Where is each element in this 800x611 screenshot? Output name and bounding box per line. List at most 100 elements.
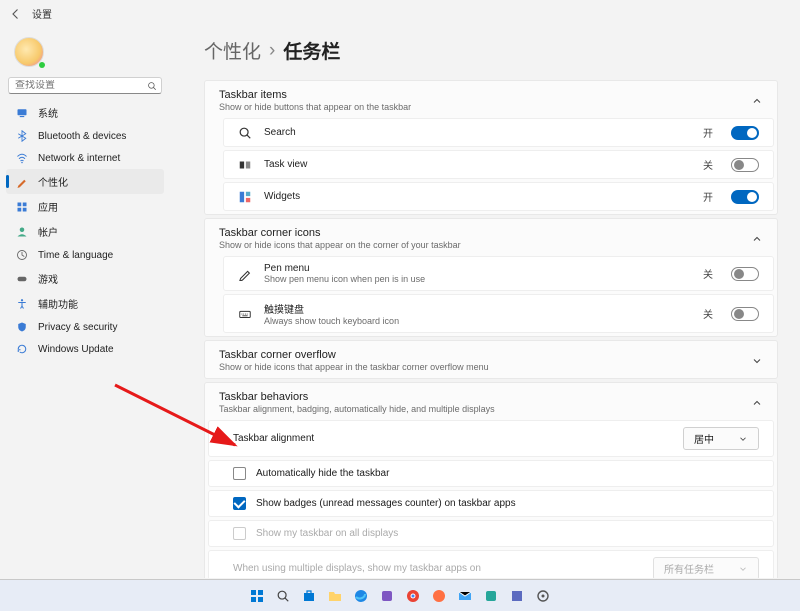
taskbar-search-icon[interactable] [272,585,294,607]
privacy-icon [16,321,28,333]
group-desc: Show or hide buttons that appear on the … [219,102,411,112]
row-multi-display: When using multiple displays, show my ta… [208,550,774,578]
taskbar-app-icon[interactable] [376,585,398,607]
windows-taskbar[interactable] [0,579,800,611]
nav-windows-update[interactable]: Windows Update [6,338,164,360]
nav-gaming[interactable]: 游戏 [6,266,164,291]
nav-bluetooth[interactable]: Bluetooth & devices [6,125,164,147]
chevron-up-icon [751,95,763,107]
breadcrumb: 个性化 › 任务栏 [204,37,778,64]
row-label: When using multiple displays, show my ta… [233,563,481,574]
apps-icon [16,201,28,213]
group-header-taskbar-items[interactable]: Taskbar items Show or hide buttons that … [205,81,777,118]
breadcrumb-current: 任务栏 [283,37,340,64]
checkbox-show-badges[interactable] [233,497,246,510]
nav-time-language[interactable]: Time & language [6,244,164,266]
group-title: Taskbar items [219,89,411,101]
nav-label: 应用 [38,199,58,214]
search-box[interactable] [8,77,162,94]
start-icon[interactable] [246,585,268,607]
group-header-corner-icons[interactable]: Taskbar corner icons Show or hide icons … [205,219,777,256]
taskbar-edge-icon[interactable] [350,585,372,607]
back-button[interactable] [10,8,22,20]
row-title: Search [264,127,691,138]
toggle-state: 关 [703,157,713,172]
row-taskbar-alignment: Taskbar alignment 居中 [208,420,774,457]
nav-label: 个性化 [38,174,68,189]
widgets-icon [238,190,252,204]
toggle-widgets[interactable] [731,190,759,204]
group-corner-overflow[interactable]: Taskbar corner overflow Show or hide ico… [204,340,778,379]
time-icon [16,249,28,261]
system-icon [16,107,28,119]
chevron-down-icon [738,564,748,574]
breadcrumb-sep-icon: › [269,40,275,62]
nav-label: Time & language [38,250,113,261]
nav-label: 帐户 [38,224,58,239]
taskbar-mail-icon[interactable] [454,585,476,607]
personalization-icon [16,176,28,188]
nav-accounts[interactable]: 帐户 [6,219,164,244]
toggle-state: 关 [703,266,713,281]
row-touch-keyboard[interactable]: 触摸键盘 Always show touch keyboard icon 关 [223,294,774,333]
row-title: Pen menu [264,263,691,274]
content-area: 个性化 › 任务栏 Taskbar items Show or hide but… [170,27,800,578]
nav-accessibility[interactable]: 辅助功能 [6,291,164,316]
nav-network[interactable]: Network & internet [6,147,164,169]
dropdown-value: 居中 [694,431,714,446]
row-widgets[interactable]: Widgets 开 [223,182,774,211]
taskbar-app2-icon[interactable] [428,585,450,607]
row-desc: Always show touch keyboard icon [264,316,691,326]
update-icon [16,343,28,355]
nav-label: Privacy & security [38,322,117,333]
nav-apps[interactable]: 应用 [6,194,164,219]
taskbar-app3-icon[interactable] [480,585,502,607]
nav-label: Bluetooth & devices [38,131,126,142]
nav-label: 辅助功能 [38,296,78,311]
toggle-state: 开 [703,189,713,204]
group-title: Taskbar behaviors [219,391,495,403]
toggle-taskview[interactable] [731,158,759,172]
bluetooth-icon [16,130,28,142]
row-title: 触摸键盘 [264,301,691,316]
nav-personalization[interactable]: 个性化 [6,169,164,194]
toggle-search[interactable] [731,126,759,140]
nav-system[interactable]: 系统 [6,100,164,125]
taskview-icon [238,158,252,172]
search-icon [238,126,252,140]
row-auto-hide[interactable]: Automatically hide the taskbar [208,460,774,487]
taskbar-explorer-icon[interactable] [324,585,346,607]
toggle-keyboard[interactable] [731,307,759,321]
dropdown-taskbar-alignment[interactable]: 居中 [683,427,759,450]
chevron-down-icon [738,434,748,444]
row-desc: Show pen menu icon when pen is in use [264,274,691,284]
title-bar: 设置 [0,0,800,27]
row-title: Widgets [264,191,691,202]
dropdown-value: 所有任务栏 [664,561,714,576]
search-input[interactable] [15,80,147,91]
chevron-up-icon [751,233,763,245]
taskbar-chrome-icon[interactable] [402,585,424,607]
taskbar-store-icon[interactable] [298,585,320,607]
gaming-icon [16,273,28,285]
row-show-badges[interactable]: Show badges (unread messages counter) on… [208,490,774,517]
taskbar-app4-icon[interactable] [506,585,528,607]
group-title: Taskbar corner icons [219,227,461,239]
breadcrumb-parent[interactable]: 个性化 [204,37,261,64]
user-profile[interactable] [6,33,164,77]
taskbar-settings-icon[interactable] [532,585,554,607]
check-label: Automatically hide the taskbar [256,468,389,479]
row-pen-menu[interactable]: Pen menu Show pen menu icon when pen is … [223,256,774,291]
checkbox-auto-hide[interactable] [233,467,246,480]
group-desc: Taskbar alignment, badging, automaticall… [219,404,495,414]
toggle-pen[interactable] [731,267,759,281]
group-header-behaviors[interactable]: Taskbar behaviors Taskbar alignment, bad… [205,383,777,420]
keyboard-icon [238,307,252,321]
network-icon [16,152,28,164]
row-search[interactable]: Search 开 [223,118,774,147]
row-taskview[interactable]: Task view 关 [223,150,774,179]
avatar [14,37,44,67]
nav-privacy[interactable]: Privacy & security [6,316,164,338]
chevron-down-icon [751,355,763,367]
nav-label: Network & internet [38,153,120,164]
